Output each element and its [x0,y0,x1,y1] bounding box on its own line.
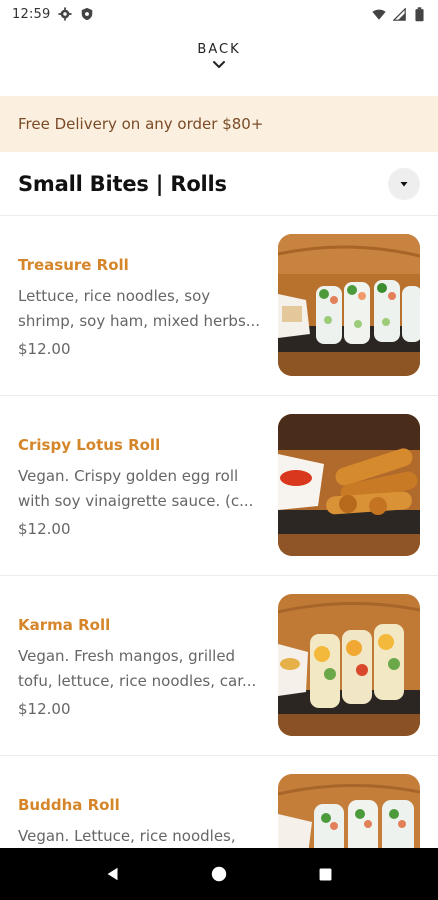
system-nav-bar [0,848,438,900]
status-bar: 12:59 [0,0,438,28]
item-name: Treasure Roll [18,256,129,274]
item-description: Lettuce, rice noodles, soy shrimp, soy h… [18,287,261,330]
item-name: Karma Roll [18,616,111,634]
item-name: Crispy Lotus Roll [18,436,161,454]
item-price: $12.00 [18,700,71,718]
status-time: 12:59 [12,6,51,22]
menu-item[interactable]: Crispy Lotus Roll Vegan. Crispy golden e… [0,396,438,576]
promo-banner: Free Delivery on any order $80+ [0,96,438,152]
recents-square-icon[interactable] [310,859,340,889]
menu-item[interactable]: Treasure Roll Lettuce, rice noodles, soy… [0,216,438,396]
item-name: Buddha Roll [18,796,120,814]
section-title: Small Bites | Rolls [18,171,227,196]
section-header[interactable]: Small Bites | Rolls [0,152,438,216]
battery-icon [412,6,426,21]
item-description: Vegan. Fresh mangos, grilled tofu, lettu… [18,647,257,690]
crispy-lotus-roll-photo[interactable] [278,414,420,556]
section-dropdown-button[interactable] [388,167,420,200]
promo-text: Free Delivery on any order $80+ [18,115,264,133]
back-triangle-icon[interactable] [98,859,128,889]
item-price: $12.00 [18,340,71,358]
karma-roll-photo[interactable] [278,594,420,736]
status-left: 12:59 [12,7,94,22]
caret-down-icon [400,181,408,186]
wifi-icon [372,7,386,21]
home-circle-icon[interactable] [204,859,234,889]
menu-item[interactable]: Karma Roll Vegan. Fresh mangos, grilled … [0,576,438,756]
item-price: $12.00 [18,520,71,538]
status-right [372,6,426,21]
signal-icon [392,7,406,21]
back-button[interactable]: BACK [0,42,438,86]
chevron-down-icon [213,61,225,68]
gear-icon [58,7,73,21]
back-label: BACK [197,42,241,57]
menu-list: Treasure Roll Lettuce, rice noodles, soy… [0,216,438,900]
item-description: Vegan. Crispy golden egg roll with soy v… [18,467,254,510]
shield-icon [80,7,94,21]
treasure-roll-photo[interactable] [278,234,420,376]
